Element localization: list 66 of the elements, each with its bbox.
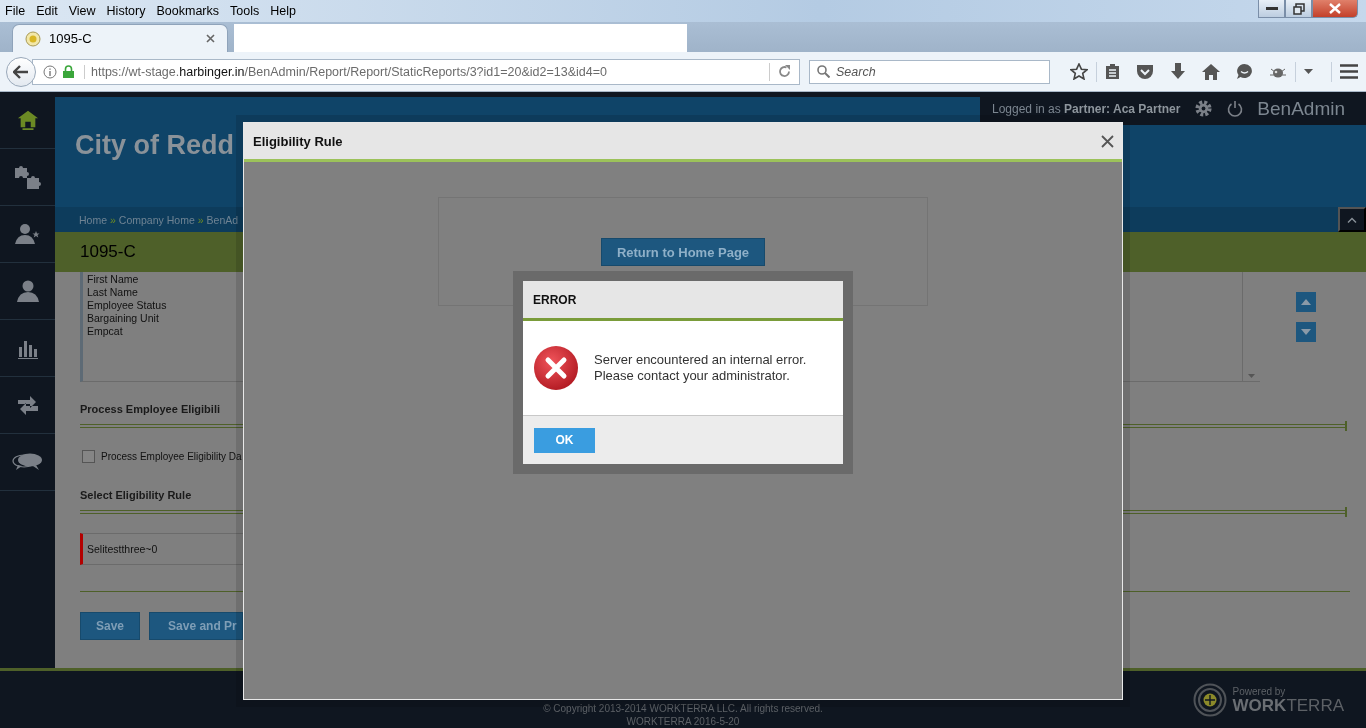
download-icon[interactable]: [1170, 63, 1186, 80]
close-icon: [1329, 3, 1341, 14]
restore-button[interactable]: [1285, 0, 1312, 18]
close-window-button[interactable]: [1312, 0, 1358, 18]
move-down-button[interactable]: [1296, 322, 1316, 342]
section-heading: Process Employee Eligibili: [80, 403, 220, 415]
menu-item[interactable]: File: [0, 4, 32, 18]
settings-icon[interactable]: [1194, 99, 1214, 118]
target-logo-icon: [1192, 683, 1227, 717]
close-icon[interactable]: [206, 34, 215, 43]
address-field[interactable]: https://wt-stage.harbinger.in/BenAdmin/Report/Report/StaticReports/3?id1=20&id2=13&id4=0: [32, 58, 800, 85]
chat-bubbles-icon: [11, 453, 44, 471]
favicon-icon: [25, 30, 41, 47]
lock-icon: [63, 65, 74, 78]
modal-title: Eligibility Rule: [253, 133, 344, 149]
dialog-title: ERROR: [533, 292, 577, 307]
chevron-up-icon: [1347, 216, 1357, 223]
app-brand: BenAdmin: [1257, 97, 1345, 120]
section-heading: Select Eligibility Rule: [80, 489, 192, 501]
breadcrumb-separator: »: [197, 213, 204, 226]
menu-item[interactable]: History: [101, 4, 152, 18]
minimize-icon: [1265, 6, 1278, 11]
browser-tab[interactable]: 1095-C: [12, 24, 228, 52]
triangle-up-icon: [1301, 299, 1311, 305]
triangle-down-icon: [1301, 329, 1311, 335]
caret-icon[interactable]: [1304, 69, 1313, 74]
checkbox[interactable]: [82, 450, 95, 463]
home-icon: [16, 109, 39, 131]
copyright-text: © Copyright 2013-2014 WORKTERRA LLC. All rights reserved.: [543, 702, 823, 715]
user-icon: [16, 279, 39, 303]
back-arrow-icon: [13, 64, 29, 79]
powered-by-label: Powered by: [1232, 686, 1287, 697]
minimize-button[interactable]: [1258, 0, 1285, 18]
info-icon: [43, 64, 57, 79]
power-icon[interactable]: [1227, 100, 1244, 117]
restore-icon: [1292, 2, 1305, 15]
error-message: Server encountered an internal error. Please contact your administrator.: [594, 352, 808, 384]
organization-title: City of Redd: [75, 130, 234, 162]
pocket-icon[interactable]: [1136, 63, 1154, 80]
back-button[interactable]: [6, 56, 36, 87]
home-icon[interactable]: [1202, 63, 1220, 80]
puzzle-icon: [12, 164, 43, 190]
company-brand: WORKTERRA: [1232, 697, 1344, 714]
search-field[interactable]: Search: [809, 59, 1050, 84]
collapse-button[interactable]: [1338, 207, 1366, 232]
login-status: Logged in as Partner: Aca Partner: [992, 101, 1181, 116]
menu-item[interactable]: Edit: [31, 4, 64, 18]
search-icon: [817, 64, 830, 78]
menu-icon[interactable]: [1340, 64, 1358, 79]
page-title: 1095-C: [80, 242, 136, 262]
error-icon: [533, 345, 579, 391]
breadcrumb-separator: »: [110, 213, 116, 226]
checkbox-label: Process Employee Eligibility Da: [101, 451, 242, 462]
clipboard-list-icon[interactable]: [1105, 63, 1120, 80]
menu-item[interactable]: Bookmarks: [151, 4, 225, 18]
transfer-arrows-icon: [15, 395, 40, 415]
menu-item[interactable]: Tools: [225, 4, 266, 18]
menu-item[interactable]: Help: [265, 4, 302, 18]
star-icon[interactable]: [1070, 63, 1088, 80]
menu-item[interactable]: View: [63, 4, 102, 18]
smiley-bubble-icon[interactable]: [1236, 63, 1253, 80]
reload-icon[interactable]: [778, 65, 791, 78]
move-up-button[interactable]: [1296, 292, 1316, 312]
version-text: WORKTERRA 2016-5-20: [626, 715, 740, 728]
close-icon[interactable]: [1101, 134, 1114, 148]
user-star-icon: [14, 222, 41, 246]
